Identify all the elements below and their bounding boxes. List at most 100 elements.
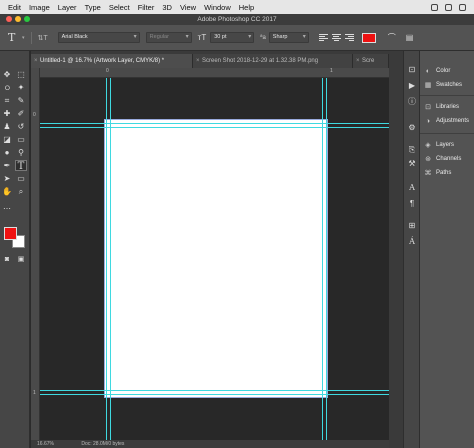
menu-help[interactable]: Help — [235, 3, 258, 12]
history-panel-icon[interactable]: ⊡ — [407, 65, 417, 75]
path-selection-tool-icon[interactable]: ➤ — [1, 173, 13, 184]
guide-vertical[interactable] — [326, 78, 327, 440]
font-style-select[interactable]: Regular — [145, 32, 192, 43]
panel-label: Libraries — [436, 104, 460, 110]
guide-horizontal[interactable] — [40, 394, 389, 395]
quick-mask-icon[interactable]: ◙ — [1, 254, 13, 265]
wifi-icon[interactable] — [445, 3, 452, 11]
panel-libraries[interactable]: ⊡ Libraries — [424, 101, 474, 113]
menu-edit[interactable]: Edit — [0, 3, 25, 12]
tool-presets-icon[interactable]: ⚒ — [407, 159, 417, 169]
minimize-window-button[interactable] — [15, 16, 21, 22]
menu-type[interactable]: Type — [81, 3, 105, 12]
vertical-ruler[interactable]: 0 1 — [31, 68, 40, 448]
align-right-icon[interactable] — [344, 33, 354, 42]
panel-color[interactable]: ◐ Color — [424, 65, 474, 77]
guide-vertical[interactable] — [106, 78, 107, 440]
window-title: Adobe Photoshop CC 2017 — [197, 16, 277, 23]
magic-wand-tool-icon[interactable]: ✦ — [15, 82, 27, 93]
font-size-select[interactable]: 30 pt — [210, 32, 255, 43]
close-tab-icon[interactable]: × — [356, 54, 360, 68]
guide-horizontal[interactable] — [40, 127, 389, 128]
history-brush-tool-icon[interactable]: ↺ — [15, 121, 27, 132]
zoom-level[interactable]: 16.67% — [37, 441, 54, 447]
close-tab-icon[interactable]: × — [196, 54, 200, 68]
brush-settings-icon[interactable]: ⚙ — [407, 123, 417, 133]
tab-label: Screen Shot 2018-12-29 at 1.32.38 PM.png — [202, 58, 319, 64]
align-center-icon[interactable] — [331, 33, 341, 42]
anti-alias-select[interactable]: Sharp — [268, 32, 309, 43]
panel-swatches[interactable]: ▦ Swatches — [424, 79, 474, 91]
horizontal-ruler[interactable]: 0 1 — [40, 68, 389, 78]
panel-adjustments[interactable]: ◑ Adjustments — [424, 115, 474, 127]
document-tab-untitled[interactable]: × Untitled-1 @ 16.7% (Artwork Layer, CMY… — [31, 54, 193, 68]
warp-text-icon[interactable]: ⌒ — [388, 32, 396, 43]
edit-toolbar-icon[interactable]: ⋯ — [1, 203, 13, 214]
ruler-label: 0 — [106, 68, 109, 74]
creative-cloud-icon[interactable] — [431, 3, 438, 11]
pen-tool-icon[interactable]: ✒ — [1, 160, 13, 171]
menu-layer[interactable]: Layer — [54, 3, 81, 12]
paragraph-panel-icon[interactable]: ¶ — [407, 199, 417, 209]
eyedropper-tool-icon[interactable]: ✎ — [15, 95, 27, 106]
close-window-button[interactable] — [6, 16, 12, 22]
close-tab-icon[interactable]: × — [34, 54, 38, 68]
type-tool-icon[interactable]: T — [15, 160, 27, 172]
panels-dock: ◐ Color ▦ Swatches ⊡ Libraries ◑ Adjustm… — [419, 51, 474, 448]
glyphs-panel-icon[interactable]: Á — [407, 237, 417, 247]
panel-layers[interactable]: ◈ Layers — [424, 139, 474, 151]
rectangle-tool-icon[interactable]: ▭ — [15, 173, 27, 184]
zoom-tool-icon[interactable]: ⌕ — [15, 186, 27, 197]
blur-tool-icon[interactable]: ● — [1, 147, 13, 158]
menu-image[interactable]: Image — [25, 3, 54, 12]
align-left-icon[interactable] — [318, 33, 328, 42]
character-panel-icon[interactable]: A — [407, 183, 417, 193]
type-tool-preset-icon[interactable]: T — [8, 31, 18, 44]
document-canvas[interactable] — [40, 78, 389, 440]
zoom-window-button[interactable] — [24, 16, 30, 22]
anti-alias-icon: ªa — [260, 34, 266, 41]
dodge-tool-icon[interactable]: ⚲ — [15, 147, 27, 158]
screen-mode-icon[interactable]: ▣ — [15, 254, 27, 265]
move-tool-icon[interactable]: ✥ — [1, 69, 13, 80]
ruler-label: 1 — [330, 68, 333, 74]
actions-panel-icon[interactable]: ▶ — [407, 81, 417, 91]
options-bar: T ▾ ⇅T Arial Black Regular ᴛT 30 pt ªa S… — [0, 25, 474, 51]
menu-select[interactable]: Select — [105, 3, 134, 12]
guide-vertical[interactable] — [322, 78, 323, 440]
anti-alias-value: Sharp — [272, 34, 288, 40]
eraser-tool-icon[interactable]: ◪ — [1, 134, 13, 145]
font-family-select[interactable]: Arial Black — [57, 32, 140, 43]
foreground-color-swatch[interactable] — [4, 227, 17, 240]
panel-paths[interactable]: ⌘ Paths — [424, 167, 474, 179]
brush-tool-icon[interactable]: ✐ — [15, 108, 27, 119]
menu-view[interactable]: View — [176, 3, 200, 12]
menu-3d[interactable]: 3D — [158, 3, 176, 12]
clone-source-icon[interactable]: ⎘ — [407, 145, 417, 155]
tool-preset-dropdown-icon[interactable]: ▾ — [22, 35, 25, 41]
panel-dock-gutter — [389, 51, 403, 448]
hand-tool-icon[interactable]: ✋ — [1, 186, 13, 197]
guide-vertical[interactable] — [110, 78, 111, 440]
clone-stamp-tool-icon[interactable]: ♟ — [1, 121, 13, 132]
lasso-tool-icon[interactable]: ഠ — [1, 82, 13, 93]
crop-tool-icon[interactable]: ⌗ — [1, 95, 13, 106]
info-panel-icon[interactable]: ⓘ — [407, 97, 417, 107]
text-color-swatch[interactable] — [361, 32, 376, 43]
text-orientation-icon[interactable]: ⇅T — [38, 34, 48, 42]
artboard[interactable] — [104, 119, 328, 398]
document-tab-bar: × Untitled-1 @ 16.7% (Artwork Layer, CMY… — [31, 51, 389, 68]
marquee-tool-icon[interactable]: ⬚ — [15, 69, 27, 80]
document-tab-overflow[interactable]: × Scre — [353, 54, 389, 68]
gradient-tool-icon[interactable]: ▭ — [15, 134, 27, 145]
menu-filter[interactable]: Filter — [134, 3, 159, 12]
healing-brush-tool-icon[interactable]: ✚ — [1, 108, 13, 119]
character-panel-icon[interactable]: ▤ — [406, 33, 414, 42]
menu-window[interactable]: Window — [200, 3, 235, 12]
guide-horizontal[interactable] — [40, 123, 389, 124]
volume-icon[interactable] — [459, 3, 466, 11]
panel-channels[interactable]: ⊛ Channels — [424, 153, 474, 165]
document-tab-screenshot[interactable]: × Screen Shot 2018-12-29 at 1.32.38 PM.p… — [193, 54, 353, 68]
guide-horizontal[interactable] — [40, 390, 389, 391]
properties-panel-icon[interactable]: ⊞ — [407, 221, 417, 231]
